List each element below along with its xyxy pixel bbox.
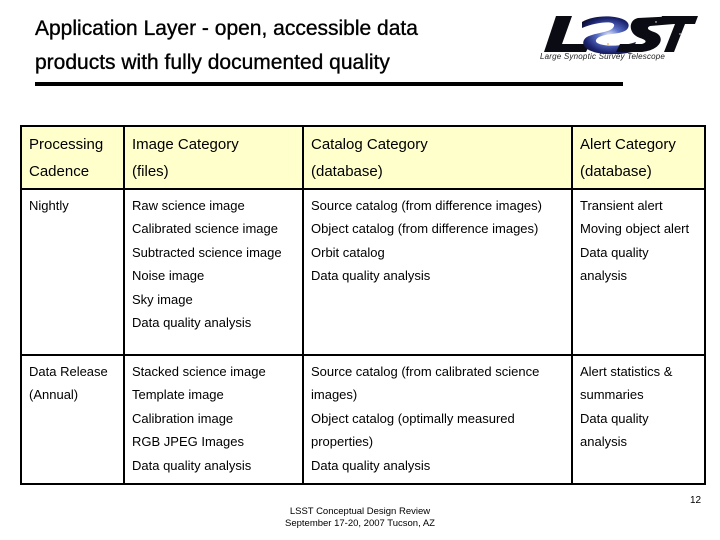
cell-line: Calibrated science image: [132, 221, 278, 237]
cell-line: Data quality analysis: [132, 457, 252, 473]
cell-line: Object catalog (optimally measured: [311, 410, 515, 426]
header-line: (database): [580, 163, 652, 180]
cell-cadence: Data Release (Annual): [20, 353, 125, 486]
cell-line: RGB JPEG Images: [132, 434, 244, 450]
cell-line: Object catalog (from difference images): [311, 221, 539, 237]
page-number: 12: [690, 495, 702, 506]
cell-line: (Annual): [29, 387, 79, 403]
slide-title: Application Layer - open, accessible dat…: [35, 12, 535, 80]
slide-footer: LSST Conceptual Design Review September …: [250, 506, 470, 530]
footer-event-name: LSST Conceptual Design Review: [289, 506, 431, 517]
cell-line: images): [311, 387, 358, 403]
cell-line: Data quality: [580, 410, 649, 426]
cell-line: Subtracted science image: [132, 244, 282, 260]
cell-line: Raw science image: [132, 198, 245, 213]
header-line: Processing: [29, 136, 104, 153]
cell-line: Alert statistics &: [580, 364, 673, 379]
header-alert-category: Alert Category (database): [571, 125, 706, 190]
cell-line: properties): [311, 434, 374, 450]
table-row-nightly: Nightly Raw science image Calibrated sci…: [20, 188, 706, 356]
table-header-row: Processing Cadence Image Category (files…: [20, 125, 706, 190]
cell-line: Nightly: [29, 198, 69, 213]
cell-line: Noise image: [132, 268, 205, 284]
cell-catalog-category: Source catalog (from calibrated science …: [302, 353, 573, 486]
cell-catalog-category: Source catalog (from difference images) …: [302, 188, 573, 356]
cell-line: Template image: [132, 387, 224, 403]
cell-line: Data quality: [580, 244, 649, 260]
cell-line: Data quality analysis: [132, 315, 252, 331]
cell-line: Moving object alert: [580, 221, 690, 237]
cell-line: Sky image: [132, 291, 193, 307]
header-line: Catalog Category: [311, 136, 428, 153]
logo-caption: Large Synoptic Survey Telescope: [540, 52, 666, 61]
cell-cadence: Nightly: [20, 188, 125, 356]
cell-line: analysis: [580, 268, 627, 284]
cell-alert-category: Transient alert Moving object alert Data…: [571, 188, 706, 356]
cell-line: Source catalog (from difference images): [311, 198, 542, 213]
cell-line: Calibration image: [132, 410, 234, 426]
cell-image-category: Raw science image Calibrated science ima…: [123, 188, 304, 356]
data-products-table: Processing Cadence Image Category (files…: [20, 125, 706, 486]
cell-line: Data Release: [29, 364, 108, 379]
table-row-data-release: Data Release (Annual) Stacked science im…: [20, 353, 706, 486]
header-processing-cadence: Processing Cadence: [20, 125, 125, 190]
cell-line: Stacked science image: [132, 364, 266, 379]
cell-line: analysis: [580, 434, 627, 450]
title-line-2: products with fully documented quality: [35, 51, 390, 74]
title-line-1: Application Layer - open, accessible dat…: [35, 17, 418, 40]
lsst-logo-graphic: [544, 16, 698, 55]
header-catalog-category: Catalog Category (database): [302, 125, 573, 190]
cell-line: Source catalog (from calibrated science: [311, 364, 540, 379]
header-image-category: Image Category (files): [123, 125, 304, 190]
header-line: Cadence: [29, 163, 90, 180]
title-underline-divider: [35, 82, 623, 86]
header-line: Image Category: [132, 136, 239, 153]
footer-date-location: September 17-20, 2007 Tucson, AZ: [285, 518, 435, 529]
cell-alert-category: Alert statistics & summaries Data qualit…: [571, 353, 706, 486]
cell-line: Data quality analysis: [311, 457, 431, 473]
cell-line: Data quality analysis: [311, 268, 431, 284]
cell-line: Orbit catalog: [311, 244, 385, 260]
cell-image-category: Stacked science image Template image Cal…: [123, 353, 304, 486]
cell-line: Transient alert: [580, 198, 663, 213]
header-line: Alert Category: [580, 136, 676, 153]
header-line: (files): [132, 163, 169, 180]
cell-line: summaries: [580, 387, 644, 403]
header-line: (database): [311, 163, 383, 180]
